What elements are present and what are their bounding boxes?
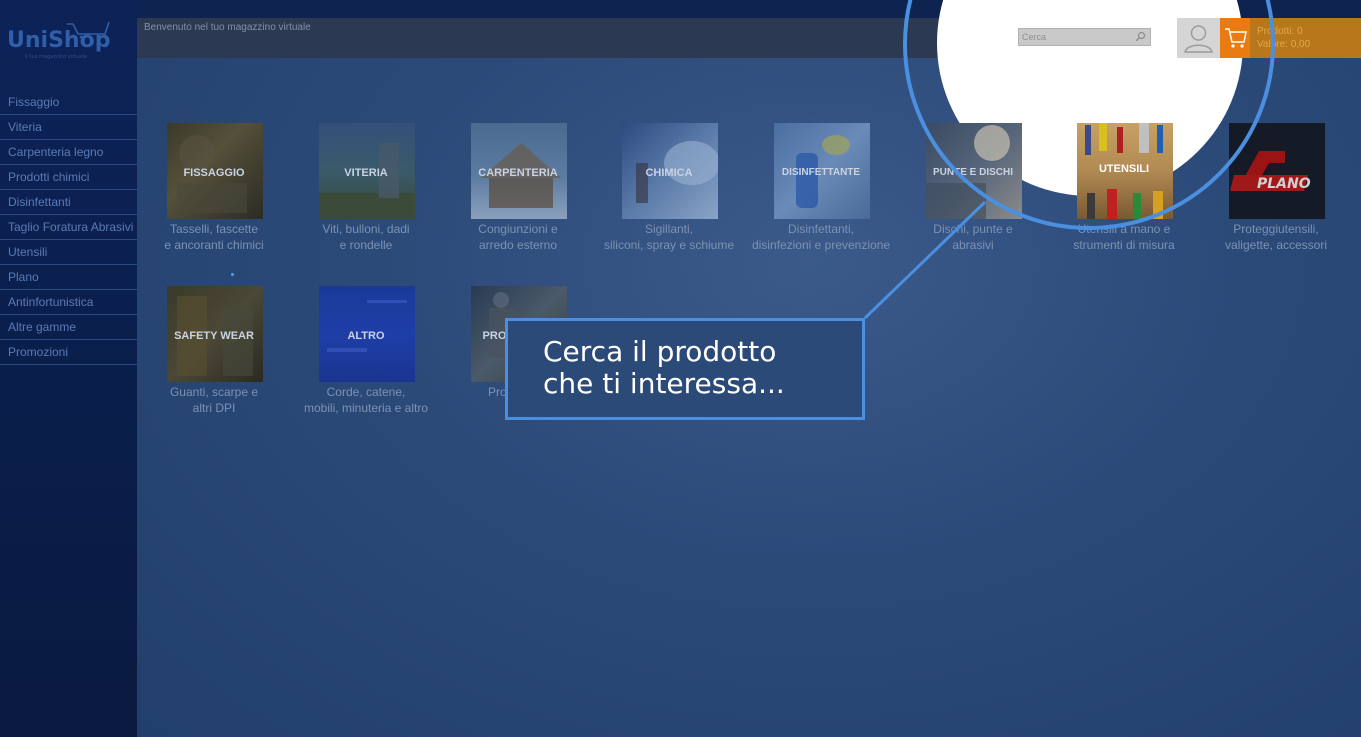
sidebar-item-antinfortunistica[interactable]: Antinfortunistica [0,290,137,315]
tile-label: DISINFETTANTE [781,167,861,178]
tile-caption: Corde, catene, mobili, minuteria e altro [281,384,451,416]
sidebar-item-viteria[interactable]: Viteria [0,115,137,140]
sidebar-item-utensili[interactable]: Utensili [0,240,137,265]
caption-line-1: Congiunzioni e [478,222,558,236]
sidebar: UniShop il tuo magazzino virtuale Fissag… [0,0,137,737]
tile-label: SAFETY WEAR [174,330,254,342]
caption-line-2: e rondelle [339,238,393,252]
caption-line-1: Dischi, punte e [933,222,1013,236]
page: UniShop il tuo magazzino virtuale Fissag… [0,0,1361,737]
caption-line-2: disinfezioni e prevenzione [751,238,891,252]
sidebar-item-altre-gamme[interactable]: Altre gamme [0,315,137,340]
caption-line-2: strumenti di misura [1073,238,1175,252]
logo-tagline: il tuo magazzino virtuale [25,54,87,60]
callout-text: Cerca il prodotto che ti interessa... [543,335,785,400]
tile-caption: Proteggiutensili, valigette, accessori [1191,221,1361,253]
caption-line-1: Proteggiutensili, [1233,222,1319,236]
sidebar-item-carpenteria-legno[interactable]: Carpenteria legno [0,140,137,165]
caption-line-2: abrasivi [952,238,994,252]
logo[interactable]: UniShop il tuo magazzino virtuale [7,21,117,64]
caption-line-1: Sigillanti, [644,222,694,236]
tile-caption: Disinfettanti, disinfezioni e prevenzion… [736,221,906,253]
caption-line-1: Corde, catene, [326,385,406,399]
tile-caption: Sigillanti, siliconi, spray e schiume [584,221,754,253]
tile-caption: Tasselli, fascette e ancoranti chimici [129,221,299,253]
caption-line-1: Disinfettanti, [787,222,855,236]
tile-caption: Viti, bulloni, dadi e rondelle [281,221,451,253]
caption-line-2: valigette, accessori [1224,238,1328,252]
sidebar-item-promozioni[interactable]: Promozioni [0,340,137,365]
loading-dot [231,273,234,276]
caption-line-2: mobili, minuteria e altro [303,401,429,415]
caption-line-2: siliconi, spray e schiume [603,238,735,252]
logo-cart-icon [67,21,110,38]
tile-caption: Congiunzioni e arredo esterno [433,221,603,253]
category-menu: Fissaggio Viteria Carpenteria legno Prod… [0,90,137,365]
caption-line-2: e ancoranti chimici [164,238,264,252]
sidebar-item-taglio-foratura-abrasivi[interactable]: Taglio Foratura Abrasivi [0,215,137,240]
sidebar-item-prodotti-chimici[interactable]: Prodotti chimici [0,165,137,190]
caption-line-1: Viti, bulloni, dadi [322,222,410,236]
tile-label: CHIMICA [645,167,693,179]
sidebar-item-fissaggio[interactable]: Fissaggio [0,90,137,115]
caption-line-1: Tasselli, fascette [169,222,259,236]
tile-caption: Guanti, scarpe e altri DPI [129,384,299,416]
sidebar-item-disinfettanti[interactable]: Disinfettanti [0,190,137,215]
caption-line-2: altri DPI [192,401,236,415]
sidebar-item-plano[interactable]: Plano [0,265,137,290]
tile-label: ALTRO [347,330,385,342]
caption-line-2: arredo esterno [478,238,558,252]
svg-text:PLANO: PLANO [1257,176,1311,192]
tile-label: FISSAGGIO [183,167,245,179]
tile-caption: Dischi, punte e abrasivi [888,221,1058,253]
tile-label: CARPENTERIA [478,167,558,179]
welcome-message: Benvenuto nel tuo magazzino virtuale [144,22,311,33]
tile-label: VITERIA [344,167,388,179]
tooltip-callout: Cerca il prodotto che ti interessa... [505,318,865,420]
caption-line-1: Guanti, scarpe e [169,385,259,399]
